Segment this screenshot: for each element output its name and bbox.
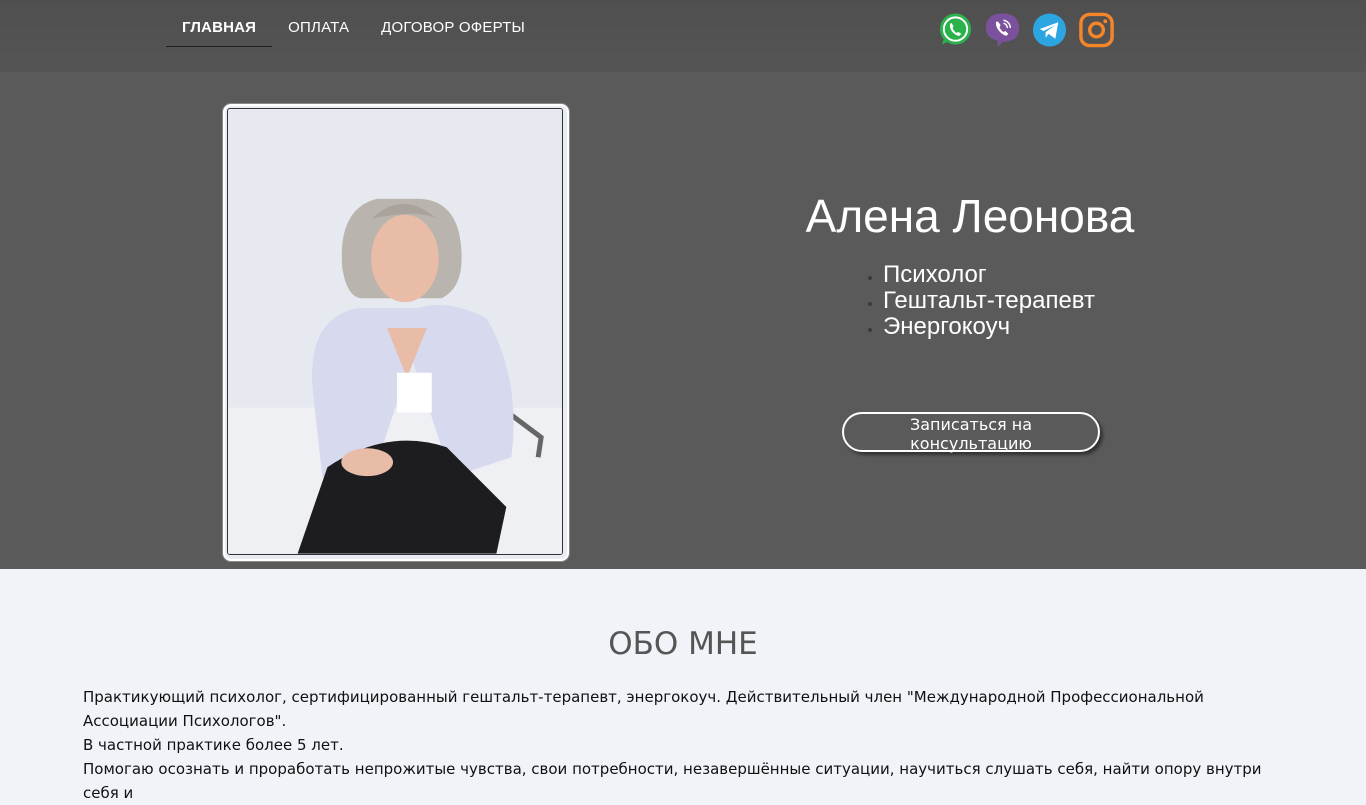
telegram-icon[interactable] — [1031, 11, 1068, 49]
about-paragraph: Практикующий психолог, сертифицированный… — [83, 688, 1204, 730]
nav-item-home[interactable]: ГЛАВНАЯ — [166, 0, 273, 47]
role-item: Гештальт-терапевт — [866, 288, 1095, 314]
role-item: Психолог — [866, 262, 1095, 288]
instagram-icon[interactable] — [1078, 11, 1115, 49]
hero-section: Алена Леонова Психолог Гештальт-терапевт… — [0, 72, 1366, 569]
whatsapp-icon[interactable] — [937, 11, 974, 49]
about-section: ОБО МНЕ Практикующий психолог, сертифици… — [0, 569, 1366, 802]
viber-icon[interactable] — [984, 11, 1021, 49]
nav-item-offer-agreement[interactable]: ДОГОВОР ОФЕРТЫ — [365, 0, 541, 47]
about-paragraph: В частной практике более 5 лет. — [83, 736, 344, 754]
roles-list: Психолог Гештальт-терапевт Энергокоуч — [866, 262, 1095, 340]
social-links — [937, 11, 1115, 49]
role-item: Энергокоуч — [866, 314, 1095, 340]
portrait-image — [227, 108, 563, 555]
book-consultation-button[interactable]: Записаться на консультацию — [842, 412, 1100, 453]
top-navbar: ГЛАВНАЯ ОПЛАТА ДОГОВОР ОФЕРТЫ — [0, 0, 1366, 72]
about-paragraph: Помогаю осознать и проработать непрожиты… — [83, 760, 1262, 802]
main-nav: ГЛАВНАЯ ОПЛАТА ДОГОВОР ОФЕРТЫ — [166, 0, 541, 48]
about-text: Практикующий психолог, сертифицированный… — [83, 685, 1283, 805]
person-name: Алена Леонова — [805, 190, 1135, 242]
profile-photo — [223, 104, 569, 561]
section-title: ОБО МНЕ — [608, 626, 758, 662]
nav-item-payment[interactable]: ОПЛАТА — [272, 0, 365, 47]
